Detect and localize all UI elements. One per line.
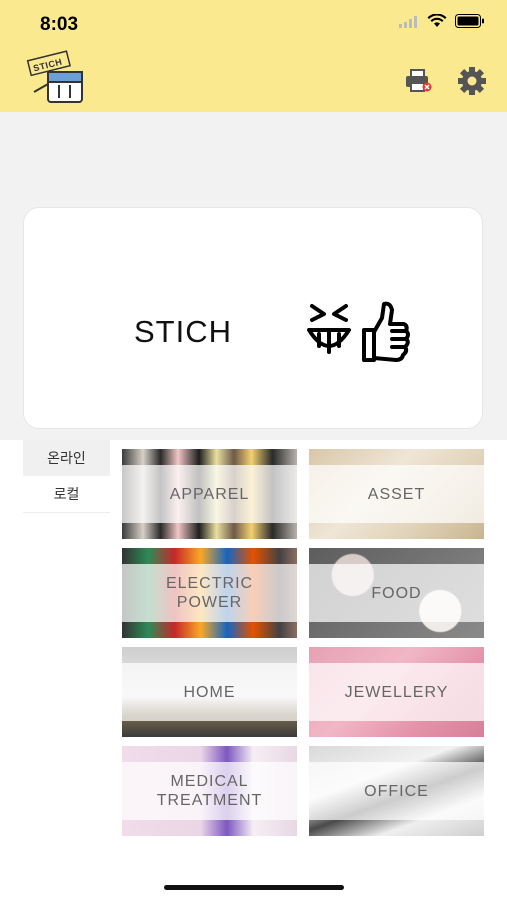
category-food[interactable]: FOOD (309, 548, 484, 638)
category-medical-treatment[interactable]: MEDICAL TREATMENT (122, 746, 297, 836)
wifi-icon (427, 13, 447, 33)
printer-icon (403, 69, 433, 100)
banner-title: STICH (134, 314, 232, 349)
home-indicator[interactable] (164, 885, 344, 890)
category-label: HOME (183, 683, 236, 701)
tab-online[interactable]: 온라인 (23, 440, 110, 476)
category-home[interactable]: HOME (122, 647, 297, 737)
category-label: ASSET (367, 485, 426, 503)
status-time: 8:03 (40, 14, 79, 35)
app-logo[interactable]: STICH (26, 50, 88, 106)
category-office[interactable]: OFFICE (309, 746, 484, 836)
category-label: JEWELLERY (344, 683, 449, 701)
printer-button[interactable] (403, 66, 433, 96)
category-jewellery[interactable]: JEWELLERY (309, 647, 484, 737)
category-apparel[interactable]: APPAREL (122, 449, 297, 539)
category-label: OFFICE (364, 782, 429, 800)
cellular-icon (399, 15, 419, 33)
settings-button[interactable] (457, 66, 487, 96)
app-header: 8:03 STICH (0, 0, 507, 112)
status-icons (399, 13, 485, 33)
tab-local[interactable]: 로컬 (23, 476, 110, 513)
category-label: FOOD (371, 584, 422, 602)
side-tabs: 온라인 로컬 (23, 440, 110, 513)
laughing-thumbs-up-icon (304, 298, 414, 363)
category-asset[interactable]: ASSET (309, 449, 484, 539)
battery-icon (455, 14, 485, 33)
promo-banner[interactable]: STICH (23, 207, 483, 429)
category-label: ELECTRIC POWER (165, 575, 254, 611)
category-electric-power[interactable]: ELECTRIC POWER (122, 548, 297, 638)
category-label: MEDICAL TREATMENT (156, 773, 263, 809)
category-label: APPAREL (169, 485, 250, 503)
gear-icon (457, 67, 487, 100)
